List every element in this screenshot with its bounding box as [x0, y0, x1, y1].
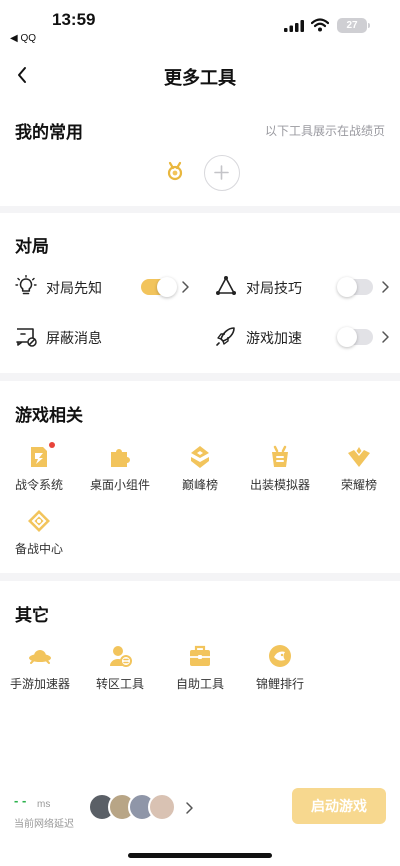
game-boost-label: 游戏加速 [246, 330, 302, 346]
back-to-app-link[interactable]: ◀ QQ [10, 33, 36, 44]
battery-icon: 27 [337, 18, 367, 33]
desktop-widget-item[interactable]: 桌面小组件 [82, 444, 158, 493]
favorite-tool-icon[interactable] [158, 154, 192, 188]
glory-rank-label: 荣耀榜 [340, 478, 377, 492]
other-title: 其它 [15, 606, 49, 625]
lightbulb-icon [15, 275, 37, 295]
game-related-title: 游戏相关 [15, 406, 83, 425]
block-messages-label[interactable]: 屏蔽消息 [46, 328, 102, 348]
page-title: 更多工具 [164, 68, 236, 88]
battle-pass-label: 战令系统 [14, 478, 63, 492]
favorites-hint: 以下工具展示在战绩页 [264, 124, 385, 138]
favorites-section: 我的常用 以下工具展示在战绩页 [0, 102, 400, 206]
toggle-knob [157, 277, 177, 297]
match-tips-label: 对局技巧 [246, 280, 302, 296]
self-service-label: 自助工具 [175, 677, 224, 691]
equipment-icon [272, 445, 288, 467]
avatar [148, 793, 176, 821]
match-tips-toggle[interactable] [337, 277, 373, 297]
game-related-section: 游戏相关 战令系统 桌面小组件 巅峰榜 出装模拟器 荣耀榜 备战中心 [0, 381, 400, 573]
region-transfer-item[interactable]: 转区工具 [82, 643, 158, 692]
latency-value: - - [14, 793, 27, 808]
chevron-right-icon [186, 802, 193, 814]
notification-dot [49, 442, 55, 448]
home-indicator[interactable] [128, 853, 272, 858]
match-title: 对局 [15, 237, 49, 256]
glory-rank-item[interactable]: 荣耀榜 [321, 444, 397, 493]
battle-pass-icon [31, 447, 47, 467]
region-transfer-label: 转区工具 [95, 677, 144, 691]
wifi-icon [311, 18, 329, 32]
koi-rank-label: 锦鲤排行 [255, 677, 304, 691]
transfer-user-icon [110, 646, 132, 667]
toolbox-icon [190, 645, 210, 666]
bottom-bar: - - ms 当前网络延迟 启动游戏 [0, 775, 400, 866]
latency-unit: ms [37, 799, 51, 810]
battle-prep-icon [28, 510, 50, 532]
start-game-button[interactable]: 启动游戏 [292, 788, 386, 824]
block-message-icon [16, 328, 37, 347]
peak-rank-label: 巅峰榜 [181, 478, 218, 492]
build-simulator-label: 出装模拟器 [249, 478, 310, 492]
match-section: 对局 对局先知 对局技巧 屏蔽消息 游戏加速 [0, 213, 400, 373]
chevron-right-icon[interactable] [380, 330, 390, 344]
game-boost-toggle[interactable] [337, 327, 373, 347]
clock: 13:59 [52, 10, 96, 29]
peak-rank-item[interactable]: 巅峰榜 [162, 444, 238, 493]
peak-rank-icon [191, 446, 209, 468]
match-insight-label: 对局先知 [46, 280, 102, 296]
favorites-title: 我的常用 [15, 123, 83, 142]
match-insight-toggle[interactable] [141, 277, 177, 297]
battle-prep-item[interactable]: 备战中心 [1, 508, 77, 557]
chevron-right-icon[interactable] [180, 280, 190, 294]
status-bar: 13:59 ◀ QQ 27 [0, 0, 400, 50]
self-service-item[interactable]: 自助工具 [162, 643, 238, 692]
battery-tip [368, 23, 370, 28]
other-section: 其它 手游加速器 转区工具 自助工具 锦鲤排行 [0, 581, 400, 775]
latency-label: 当前网络延迟 [14, 819, 74, 830]
rocket-icon [216, 327, 235, 346]
battle-prep-label: 备战中心 [14, 542, 63, 556]
puzzle-icon [111, 449, 130, 467]
toggle-knob [337, 277, 357, 297]
koi-rank-item[interactable]: 锦鲤排行 [242, 643, 318, 692]
glory-rank-icon [348, 447, 370, 467]
mobile-accelerator-item[interactable]: 手游加速器 [2, 643, 78, 692]
nav-bar: 更多工具 [0, 50, 400, 102]
add-favorite-button[interactable] [204, 155, 240, 191]
build-simulator-item[interactable]: 出装模拟器 [242, 444, 318, 493]
toggle-knob [337, 327, 357, 347]
saucer-icon [29, 650, 51, 664]
battle-pass-item[interactable]: 战令系统 [1, 442, 77, 493]
friends-avatars[interactable] [88, 793, 198, 823]
desktop-widget-label: 桌面小组件 [89, 478, 150, 492]
chevron-right-icon[interactable] [380, 280, 390, 294]
cellular-signal-icon [284, 20, 304, 32]
plus-icon [214, 165, 229, 180]
mobile-accelerator-label: 手游加速器 [9, 677, 70, 691]
koi-icon [269, 645, 291, 667]
medal-icon [167, 161, 183, 181]
triangle-nodes-icon [216, 276, 236, 295]
